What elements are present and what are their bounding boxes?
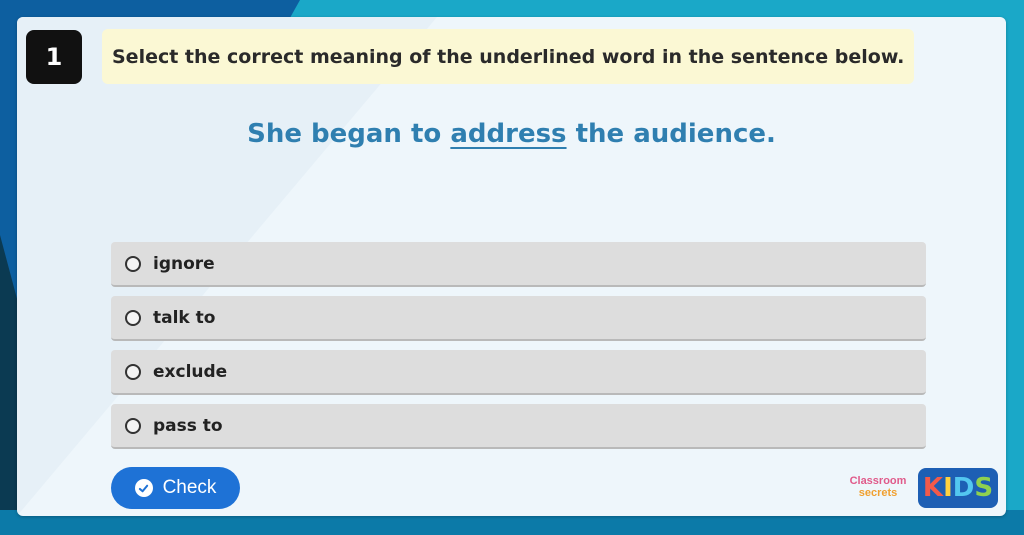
question-card: 1 Select the correct meaning of the unde… [17, 17, 1006, 516]
radio-icon[interactable] [125, 417, 141, 434]
radio-icon[interactable] [125, 309, 141, 326]
option-pass-to[interactable]: pass to [111, 404, 926, 449]
underlined-word: address [450, 119, 567, 149]
check-button-label: Check [162, 477, 217, 498]
option-talk-to[interactable]: talk to [111, 296, 926, 341]
classroom-secrets-logo: Classroom secrets [843, 475, 913, 503]
option-label: exclude [153, 361, 228, 382]
question-number-badge: 1 [26, 30, 82, 84]
option-exclude[interactable]: exclude [111, 350, 926, 395]
sentence-before: She began to [247, 119, 442, 149]
option-label: talk to [153, 307, 216, 328]
check-button[interactable]: Check [111, 467, 240, 509]
sentence-after: the audience. [575, 119, 776, 149]
radio-icon[interactable] [125, 255, 141, 272]
logo-line-2: secrets [858, 487, 898, 499]
instruction-text: Select the correct meaning of the underl… [112, 45, 905, 68]
kids-letter-i: I [943, 473, 953, 503]
kids-letter-k: K [922, 473, 944, 503]
kids-letter-s: S [974, 473, 994, 503]
checkmark-icon [134, 479, 153, 497]
option-label: pass to [153, 415, 223, 436]
kids-logo: K I D S [918, 468, 998, 508]
radio-icon[interactable] [125, 363, 141, 380]
answer-options: ignore talk to exclude pass to [111, 242, 926, 458]
option-label: ignore [153, 253, 215, 274]
question-sentence: She began to address the audience. [17, 119, 1006, 149]
logo-line-1: Classroom [849, 475, 907, 487]
instruction-box: Select the correct meaning of the underl… [102, 29, 914, 84]
kids-letter-d: D [952, 473, 975, 503]
option-ignore[interactable]: ignore [111, 242, 926, 287]
